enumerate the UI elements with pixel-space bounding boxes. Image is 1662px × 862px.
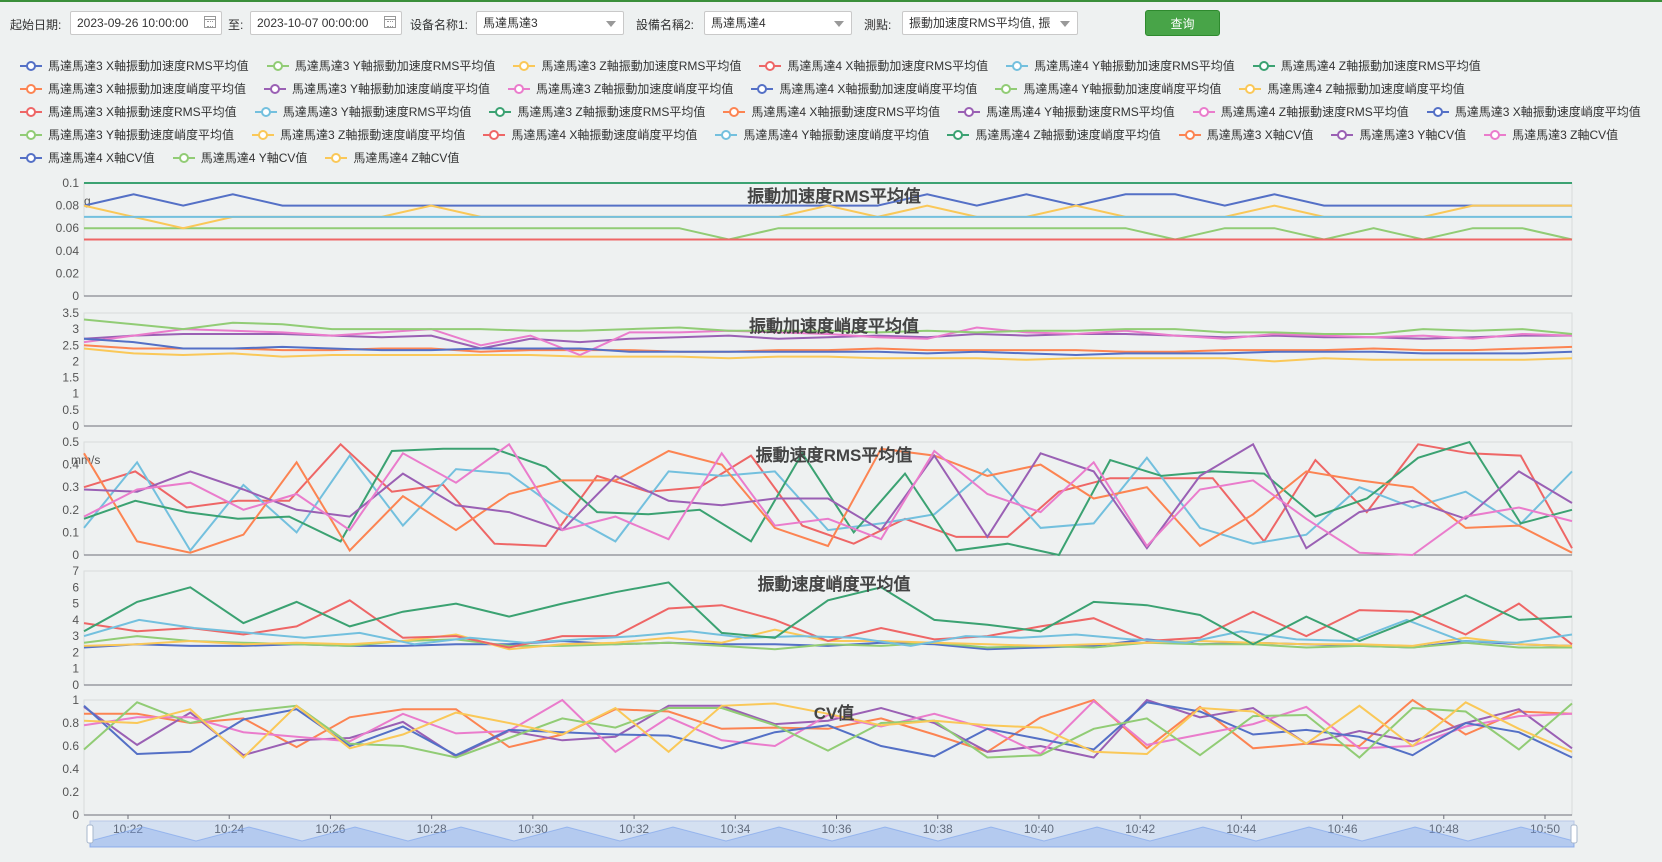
y-tick-label: 2 — [72, 354, 79, 368]
data-zoom-right-handle[interactable] — [1570, 824, 1578, 844]
y-tick-label: 2.5 — [62, 338, 79, 352]
y-tick-label: 1.5 — [62, 371, 79, 385]
y-tick-label: 0.5 — [62, 435, 79, 449]
chart-title: 振動速度RMS平均值 — [756, 445, 913, 465]
series-line — [83, 453, 1573, 553]
y-tick-label: 0.1 — [62, 176, 79, 190]
y-tick-label: 0.1 — [62, 525, 79, 539]
data-zoom-left-handle[interactable] — [86, 824, 94, 844]
y-tick-label: 0.4 — [62, 762, 79, 776]
chart-title: 振動加速度峭度平均值 — [749, 316, 919, 336]
y-tick-label: 1 — [72, 387, 79, 401]
charts-canvas: 00.020.040.060.080.1g 振動加速度RMS平均值00.511.5… — [56, 176, 1578, 848]
y-tick-label: 1 — [72, 693, 79, 707]
y-tick-label: 0.5 — [62, 403, 79, 417]
series-line — [84, 227, 1573, 241]
y-tick-label: 0.08 — [56, 199, 80, 213]
y-tick-label: 3 — [72, 322, 79, 336]
y-tick-label: 5 — [72, 597, 79, 611]
y-tick-label: 4 — [72, 613, 79, 627]
y-tick-label: 0.02 — [56, 266, 80, 280]
y-tick-label: 3.5 — [62, 306, 79, 320]
y-tick-label: 3 — [72, 629, 79, 643]
y-tick-label: 0.6 — [62, 739, 79, 753]
y-tick-label: 0 — [72, 678, 79, 692]
y-tick-label: 0.3 — [62, 480, 79, 494]
y-tick-label: 0 — [72, 808, 79, 822]
series-line — [83, 337, 1573, 357]
y-tick-label: 0.06 — [56, 221, 80, 235]
y-tick-label: 0 — [72, 289, 79, 303]
chart-title: 振動速度峭度平均值 — [758, 574, 911, 594]
y-tick-label: 7 — [72, 564, 79, 578]
y-tick-label: 0 — [72, 548, 79, 562]
chart-title: 振動加速度RMS平均值 — [747, 186, 921, 206]
y-tick-label: 0 — [72, 419, 79, 433]
chart-title: CV值 — [814, 703, 855, 723]
y-tick-label: 0.2 — [62, 503, 79, 517]
y-tick-label: 6 — [72, 580, 79, 594]
y-tick-label: 0.2 — [62, 785, 79, 799]
y-tick-label: 0.8 — [62, 716, 79, 730]
y-tick-label: 0.04 — [56, 244, 80, 258]
y-tick-label: 1 — [72, 662, 79, 676]
y-tick-label: 2 — [72, 645, 79, 659]
